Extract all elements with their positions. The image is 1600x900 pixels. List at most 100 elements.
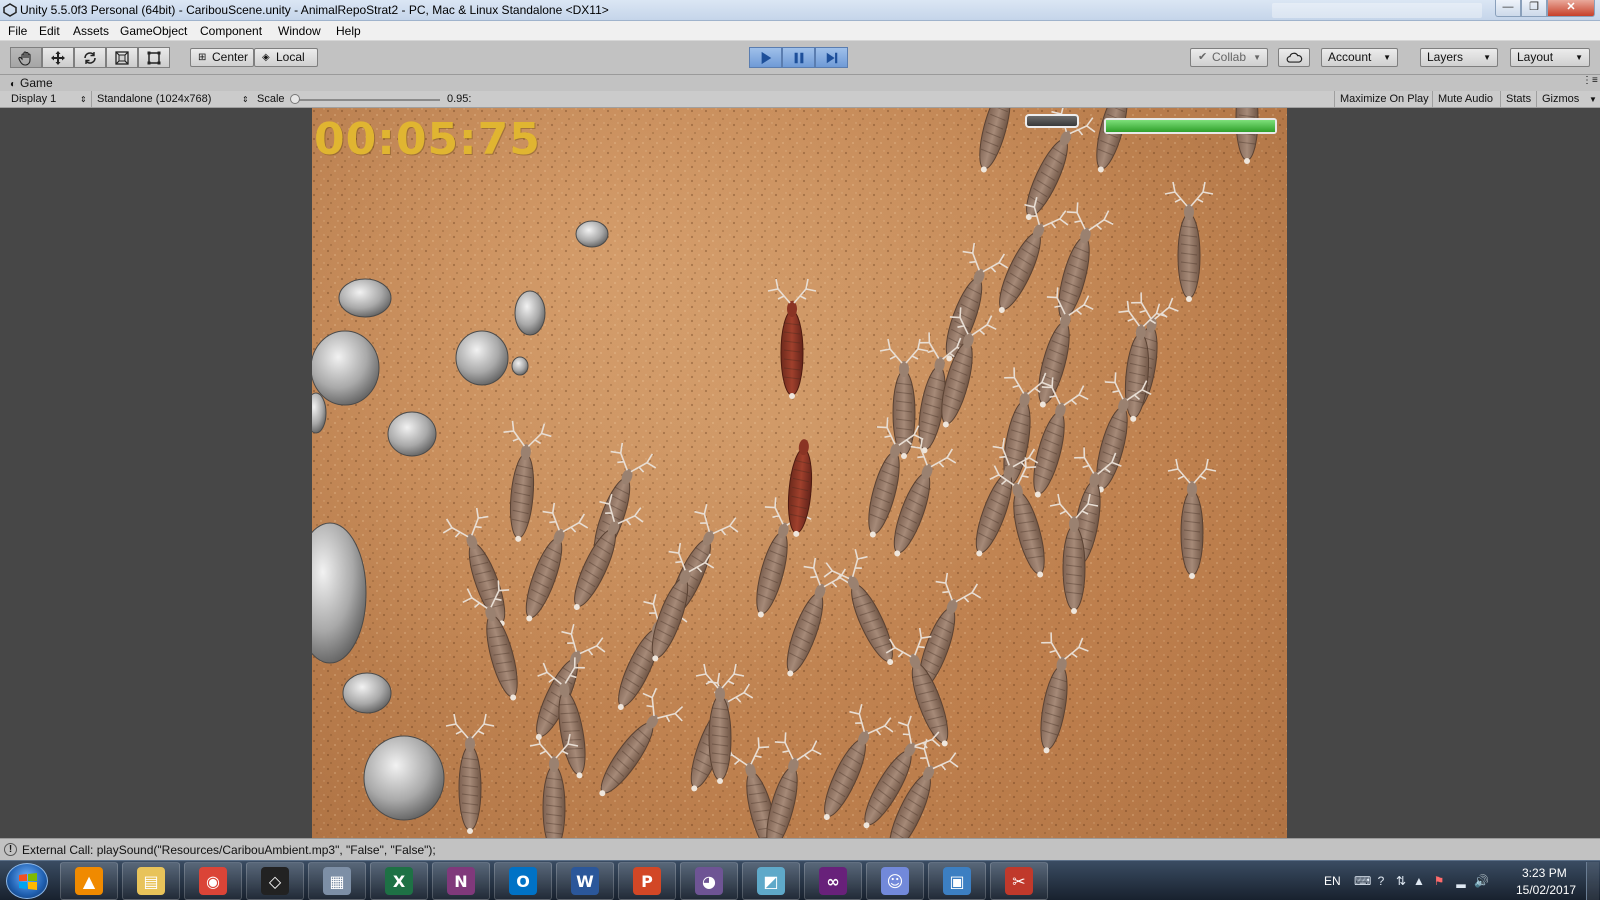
taskbar-app-github-desktop[interactable]: ◕ xyxy=(680,862,738,900)
keyboard-icon[interactable]: ⌨ xyxy=(1354,874,1371,888)
menu-window[interactable]: Window xyxy=(278,24,321,38)
maximize-on-play-label: Maximize On Play xyxy=(1340,93,1429,105)
main-toolbar: ⊞ Center ◈ Local ✔ Collab ▼ Account ▼ La… xyxy=(0,41,1600,75)
chevron-down-icon: ▼ xyxy=(1589,95,1597,104)
taskbar-app-unity[interactable]: ◇ xyxy=(246,862,304,900)
hand-icon xyxy=(18,50,31,66)
account-dropdown[interactable]: Account ▼ xyxy=(1321,48,1398,67)
menu-edit[interactable]: Edit xyxy=(39,24,60,38)
move-tool-button[interactable] xyxy=(42,47,74,68)
play-button[interactable] xyxy=(749,47,782,68)
maximize-button[interactable]: ❐ xyxy=(1521,0,1547,17)
discord-icon: ☺ xyxy=(881,867,909,895)
start-button[interactable] xyxy=(6,863,48,899)
volume-icon[interactable]: 🔊 xyxy=(1474,874,1489,888)
notes-icon: ◩ xyxy=(757,867,785,895)
gizmos-dropdown[interactable]: Gizmos ▼ xyxy=(1536,91,1600,108)
minimize-button[interactable]: — xyxy=(1495,0,1521,17)
step-icon xyxy=(826,52,837,63)
taskbar-app-vlc[interactable]: ▲ xyxy=(60,862,118,900)
close-button[interactable]: ✕ xyxy=(1547,0,1595,17)
scale-tool-button[interactable] xyxy=(106,47,138,68)
scale-slider-handle[interactable] xyxy=(290,94,300,104)
taskbar-app-discord[interactable]: ☺ xyxy=(866,862,924,900)
rotate-icon xyxy=(84,51,96,64)
menu-file[interactable]: File xyxy=(8,24,27,38)
taskbar-app-file-explorer[interactable]: ▤ xyxy=(122,862,180,900)
space-label: Local xyxy=(276,50,305,64)
chevron-down-icon: ▼ xyxy=(1383,53,1391,62)
photos-icon: ▣ xyxy=(943,867,971,895)
pause-icon xyxy=(794,52,803,63)
mute-audio-toggle[interactable]: Mute Audio xyxy=(1432,91,1493,108)
scale-value: 0.95: xyxy=(447,93,472,105)
system-tray: EN ⌨ ? ⇅ ▲ ⚑ ▂ 🔊 3:23 PM 15/02/2017 xyxy=(1320,861,1600,900)
taskbar-app-powerpoint[interactable]: P xyxy=(618,862,676,900)
cloud-services-button[interactable] xyxy=(1278,48,1310,67)
taskbar-app-visual-studio[interactable]: ∞ xyxy=(804,862,862,900)
show-desktop-button[interactable] xyxy=(1586,862,1599,900)
rotate-tool-button[interactable] xyxy=(74,47,106,68)
menu-help[interactable]: Help xyxy=(336,24,361,38)
action-center-flag-icon[interactable]: ⚑ xyxy=(1432,874,1446,888)
taskbar-app-onenote[interactable]: N xyxy=(432,862,490,900)
stats-toggle[interactable]: Stats xyxy=(1500,91,1531,108)
status-message: External Call: playSound("Resources/Cari… xyxy=(22,843,436,857)
menu-component[interactable]: Component xyxy=(200,24,262,38)
cloud-icon xyxy=(1286,52,1303,63)
game-pause-button[interactable] xyxy=(1025,114,1079,128)
collab-button[interactable]: ✔ Collab ▼ xyxy=(1190,48,1268,67)
resolution-dropdown[interactable]: Standalone (1024x768) ⇕ xyxy=(91,91,251,108)
tab-game[interactable]: ◐ Game xyxy=(4,75,61,91)
pivot-space-button[interactable]: ◈ Local xyxy=(254,48,318,67)
clock-date[interactable]: 15/02/2017 xyxy=(1516,883,1576,897)
layout-dropdown[interactable]: Layout ▼ xyxy=(1510,48,1590,67)
clock-time[interactable]: 3:23 PM xyxy=(1522,866,1567,880)
display-dropdown[interactable]: Display 1 ⇕ xyxy=(6,91,88,108)
taskbar-app-calculator[interactable]: ▦ xyxy=(308,862,366,900)
window-title: Unity 5.5.0f3 Personal (64bit) - Caribou… xyxy=(20,3,609,17)
rock xyxy=(455,330,509,386)
game-tab-bar: ◐ Game ⋮≡ xyxy=(0,75,1600,91)
menu-gameobject[interactable]: GameObject xyxy=(120,24,187,38)
taskbar-app-notes[interactable]: ◩ xyxy=(742,862,800,900)
taskbar-app-snipping-tool[interactable]: ✂ xyxy=(990,862,1048,900)
taskbar-app-outlook[interactable]: O xyxy=(494,862,552,900)
taskbar-app-chrome[interactable]: ◉ xyxy=(184,862,242,900)
menu-bar: File Edit Assets GameObject Component Wi… xyxy=(0,21,1600,41)
console-status-bar[interactable]: ! External Call: playSound("Resources/Ca… xyxy=(0,838,1600,860)
panel-menu-icon[interactable]: ⋮≡ xyxy=(1582,75,1598,86)
menu-assets[interactable]: Assets xyxy=(73,24,109,38)
step-button[interactable] xyxy=(815,47,848,68)
vlc-icon: ▲ xyxy=(75,867,103,895)
maximize-on-play-toggle[interactable]: Maximize On Play xyxy=(1334,91,1429,108)
unity-logo-icon xyxy=(3,3,17,17)
network-sync-icon[interactable]: ⇅ xyxy=(1394,874,1408,888)
scale-label: Scale xyxy=(257,93,285,105)
pause-button[interactable] xyxy=(782,47,815,68)
taskbar-app-photos[interactable]: ▣ xyxy=(928,862,986,900)
rock xyxy=(514,290,546,336)
windows-taskbar: ▲ ▤ ◉ ◇ ▦ X N O W P ◕ ◩ ∞ ☺ ▣ ✂ EN ⌨ ? ⇅ ▲ ⚑ ▂ 🔊 3:23 P… xyxy=(0,860,1600,900)
chevron-down-icon: ▼ xyxy=(1483,53,1491,62)
signal-icon[interactable]: ▂ xyxy=(1454,874,1468,888)
gizmos-label: Gizmos xyxy=(1542,93,1580,105)
pivot-mode-button[interactable]: ⊞ Center xyxy=(190,48,254,67)
rock xyxy=(511,356,529,376)
game-canvas[interactable]: 00:05:75 xyxy=(312,108,1287,838)
title-search-box xyxy=(1272,3,1482,18)
game-tab-label: Game xyxy=(20,76,53,90)
help-icon[interactable]: ? xyxy=(1374,874,1388,888)
word-icon: W xyxy=(571,867,599,895)
resolution-label: Standalone (1024x768) xyxy=(97,93,212,105)
rock xyxy=(387,411,437,457)
rock xyxy=(575,220,609,248)
show-hidden-icons[interactable]: ▲ xyxy=(1412,874,1426,888)
taskbar-app-word[interactable]: W xyxy=(556,862,614,900)
language-indicator[interactable]: EN xyxy=(1324,874,1341,888)
layers-dropdown[interactable]: Layers ▼ xyxy=(1420,48,1498,67)
scale-slider-track[interactable] xyxy=(294,99,440,101)
taskbar-app-excel[interactable]: X xyxy=(370,862,428,900)
rect-tool-button[interactable] xyxy=(138,47,170,68)
hand-tool-button[interactable] xyxy=(10,47,42,68)
